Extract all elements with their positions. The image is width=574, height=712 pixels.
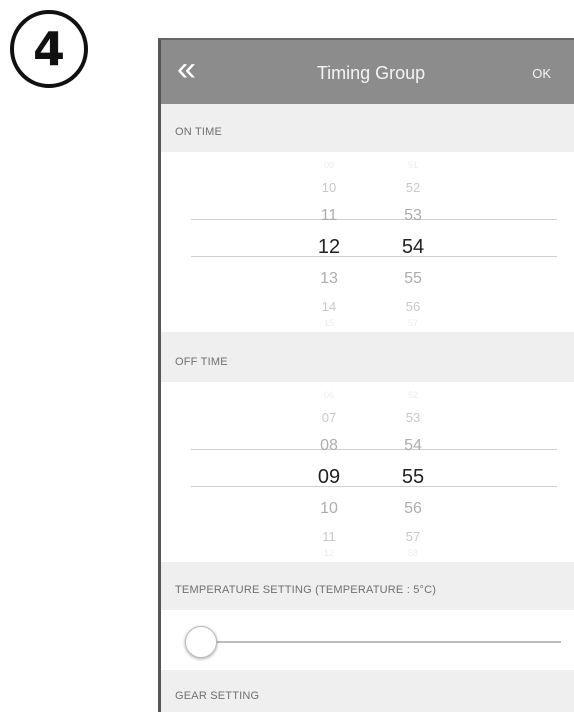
page-title: Timing Group	[316, 63, 426, 83]
selection-line-bottom	[191, 256, 557, 257]
off-time-picker[interactable]: 06 07 08 09 10 11 12 52 53 54 55 56 57 58	[161, 382, 574, 562]
picker-option[interactable]: 11	[299, 207, 359, 225]
picker-option[interactable]: 56	[383, 299, 443, 314]
slider-thumb[interactable]	[185, 626, 217, 658]
on-time-hour-wheel[interactable]: 09 10 11 12 13 14 15	[299, 152, 359, 332]
slider-track[interactable]	[199, 641, 561, 643]
off-time-hour-wheel[interactable]: 06 07 08 09 10 11 12	[299, 382, 359, 562]
picker-option[interactable]: 57	[383, 318, 443, 328]
picker-selected-value[interactable]: 09	[299, 466, 359, 489]
step-number-badge: 4	[10, 10, 88, 88]
picker-option[interactable]: 07	[299, 410, 359, 425]
picker-option[interactable]: 51	[383, 160, 443, 170]
picker-option[interactable]: 08	[299, 437, 359, 455]
picker-option[interactable]: 11	[299, 529, 359, 544]
off-time-header: OFF TIME	[161, 342, 574, 382]
picker-selected-value[interactable]: 55	[383, 466, 443, 489]
selection-line-bottom	[191, 486, 557, 487]
picker-option[interactable]: 52	[383, 390, 443, 400]
on-time-picker[interactable]: 09 10 11 12 13 14 15 51 52 53 54 55 56 57	[161, 152, 574, 332]
picker-option[interactable]: 57	[383, 529, 443, 544]
picker-option[interactable]: 14	[299, 299, 359, 314]
selection-line-top	[191, 449, 557, 450]
navigation-bar: « Timing Group OK	[161, 40, 574, 104]
temperature-slider[interactable]	[161, 610, 574, 670]
on-time-minute-wheel[interactable]: 51 52 53 54 55 56 57	[383, 152, 443, 332]
phone-screen: « Timing Group OK ON TIME 09 10 11 12 13 14 15…	[158, 38, 574, 712]
picker-option[interactable]: 12	[299, 548, 359, 558]
gear-setting-header: GEAR SETTING	[161, 676, 574, 712]
picker-option[interactable]: 10	[299, 500, 359, 518]
ok-button[interactable]: OK	[532, 66, 551, 81]
picker-selected-value[interactable]: 12	[299, 236, 359, 259]
picker-selected-value[interactable]: 54	[383, 236, 443, 259]
picker-option[interactable]: 58	[383, 548, 443, 558]
off-time-minute-wheel[interactable]: 52 53 54 55 56 57 58	[383, 382, 443, 562]
picker-option[interactable]: 09	[299, 160, 359, 170]
on-time-header: ON TIME	[161, 112, 574, 152]
selection-line-top	[191, 219, 557, 220]
picker-option[interactable]: 15	[299, 318, 359, 328]
picker-option[interactable]: 56	[383, 500, 443, 518]
picker-option[interactable]: 54	[383, 437, 443, 455]
picker-option[interactable]: 55	[383, 270, 443, 288]
picker-option[interactable]: 53	[383, 410, 443, 425]
picker-option[interactable]: 13	[299, 270, 359, 288]
picker-option[interactable]: 52	[383, 180, 443, 195]
temperature-setting-header: TEMPERATURE SETTING (TEMPERATURE : 5°C)	[161, 570, 574, 610]
picker-option[interactable]: 06	[299, 390, 359, 400]
picker-option[interactable]: 10	[299, 180, 359, 195]
picker-option[interactable]: 53	[383, 207, 443, 225]
